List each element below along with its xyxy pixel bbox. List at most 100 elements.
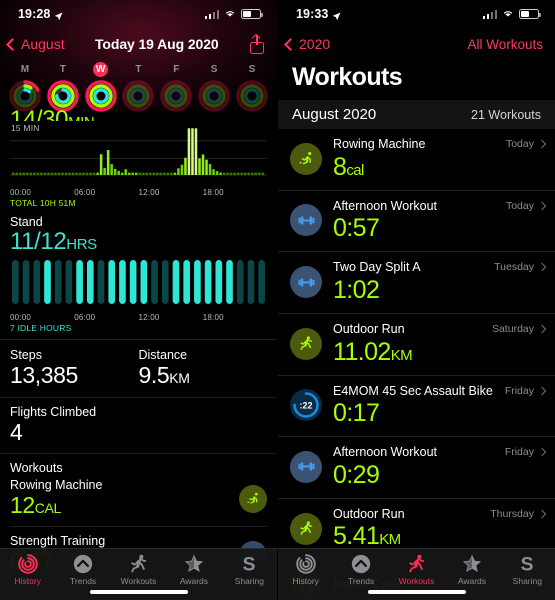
sharing-s-icon: S — [238, 553, 260, 575]
star-badge-icon — [461, 553, 483, 575]
workout-list-item[interactable]: Afternoon Workout 0:57 Today — [278, 189, 555, 252]
activity-rings-icon — [17, 553, 39, 575]
tab-history[interactable]: History — [278, 553, 333, 586]
stand-axis-labels: 00:00 06:00 12:00 18:00 — [10, 313, 224, 323]
stand-chart: 00:00 06:00 12:00 18:00 7 IDLE HOURS — [10, 258, 267, 333]
workout-list-item[interactable]: Two Day Split A 1:02 Tuesday — [278, 251, 555, 313]
steps-stat: Steps 13,385 — [10, 348, 139, 389]
status-bar-time: 19:33 — [296, 7, 329, 21]
week-day-4[interactable]: F — [159, 62, 193, 113]
exercise-total-label: TOTAL 10H 51M — [10, 198, 76, 208]
exercise-axis-labels: 00:00 06:00 12:00 18:00 — [10, 188, 224, 197]
tab-label: History — [14, 576, 41, 586]
workout-date: Today — [505, 138, 534, 150]
back-button-2020[interactable]: 2020 — [284, 36, 331, 52]
chevron-up-circle-icon — [350, 553, 372, 575]
running-person-icon — [290, 327, 322, 360]
workout-name: E4MOM 45 Sec Assault Bike — [333, 383, 493, 398]
chevron-left-icon — [284, 37, 297, 51]
week-day-3[interactable]: T — [121, 62, 155, 113]
workout-name: Rowing Machine — [333, 137, 426, 151]
rowing-machine-icon — [239, 484, 267, 513]
workout-metric: 11.02KM — [333, 337, 413, 366]
back-button-label: 2020 — [299, 36, 331, 52]
workouts-list-screen: 19:33 2020 All Workouts Workouts August … — [277, 0, 555, 600]
sharing-s-icon: S — [516, 553, 538, 575]
tab-awards[interactable]: Awards — [444, 553, 499, 586]
dumbbell-icon — [290, 204, 322, 237]
stand-value: 11/12HRS — [10, 228, 97, 255]
exercise-chart: 15 MIN 00:00 06:00 12:00 18:00 TOTAL 10H 5… — [10, 123, 267, 208]
tab-trends[interactable]: Trends — [333, 553, 388, 586]
flights-stat: Flights Climbed 4 — [10, 405, 267, 446]
svg-text:S: S — [243, 554, 256, 575]
workout-list-item[interactable]: Outdoor Run 11.02KM Saturday — [278, 312, 555, 375]
svg-text:S: S — [521, 554, 534, 575]
hiit-timer-icon: :22 — [290, 389, 322, 422]
workout-metric: 0:57 — [333, 214, 380, 243]
status-bar: 19:28 — [0, 0, 277, 28]
running-person-icon — [406, 553, 428, 575]
workout-list-item[interactable]: :22 E4MOM 45 Sec Assault Bike 0:17 Friday — [278, 374, 555, 437]
star-badge-icon — [183, 553, 205, 575]
chevron-right-icon — [537, 324, 547, 334]
tab-history[interactable]: History — [0, 553, 55, 586]
workout-name: Two Day Split A — [333, 260, 421, 275]
week-day-2[interactable]: W — [84, 62, 118, 113]
all-workouts-button[interactable]: All Workouts — [467, 37, 543, 52]
steps-value: 13,385 — [10, 362, 78, 389]
chevron-up-circle-icon — [72, 553, 94, 575]
workout-summary-row[interactable]: Rowing Machine 12CAL — [10, 477, 267, 526]
chevron-right-icon — [537, 447, 547, 457]
month-label: August 2020 — [292, 106, 377, 123]
flights-climbed-row: Flights Climbed 4 — [0, 397, 277, 453]
workouts-list: Rowing Machine 8cal Today Afternoon Workout… — [278, 129, 555, 600]
distance-value: 9.5KM — [138, 362, 190, 389]
week-day-letter: S — [248, 64, 256, 75]
workout-list-item[interactable]: Afternoon Workout 0:29 Friday — [278, 436, 555, 498]
week-day-letter: M — [20, 64, 30, 75]
back-button-august[interactable]: August — [6, 36, 65, 52]
cellular-signal-icon — [482, 9, 497, 19]
workout-metric: 1:02 — [333, 275, 380, 304]
week-day-1[interactable]: T — [46, 62, 80, 113]
share-icon[interactable] — [249, 33, 265, 54]
tab-label: History — [292, 576, 319, 586]
cellular-signal-icon — [204, 9, 219, 19]
week-day-5[interactable]: S — [197, 62, 231, 113]
chevron-right-icon — [537, 386, 547, 395]
distance-stat: Distance 9.5KM — [139, 348, 268, 389]
status-bar-time: 19:28 — [18, 7, 51, 21]
dumbbell-icon — [290, 266, 322, 299]
week-day-0[interactable]: M — [8, 62, 42, 113]
tab-workouts[interactable]: Workouts — [111, 553, 166, 586]
workout-name: Outdoor Run — [333, 506, 405, 521]
dumbbell-icon — [290, 450, 322, 483]
tab-awards[interactable]: Awards — [166, 553, 221, 586]
tab-label: Trends — [70, 576, 97, 586]
week-day-6[interactable]: S — [235, 62, 269, 113]
svg-text::22: :22 — [299, 401, 312, 411]
home-indicator — [367, 590, 466, 594]
exercise-bar-chart — [10, 128, 267, 176]
exercise-value: 14/30MIN — [10, 107, 95, 121]
flights-label: Flights Climbed — [10, 405, 97, 420]
week-day-letter: W — [93, 62, 109, 77]
flights-value: 4 — [10, 419, 23, 446]
chevron-right-icon — [537, 509, 547, 518]
workout-list-item[interactable]: Rowing Machine 8cal Today — [278, 129, 555, 190]
week-day-letter: S — [210, 64, 218, 75]
workout-date: Tuesday — [494, 261, 534, 274]
workout-date: Friday — [504, 446, 534, 459]
workout-metric: 0:17 — [333, 399, 380, 428]
dual-screenshot: 19:28 August Today 19 Aug 2020 M T W T F… — [0, 0, 555, 600]
tab-label: Sharing — [234, 576, 264, 586]
tab-workouts[interactable]: Workouts — [389, 553, 444, 586]
exercise-chart-unit: 15 MIN — [11, 123, 40, 133]
tab-sharing[interactable]: S Sharing — [222, 553, 277, 586]
workout-date: Thursday — [490, 507, 534, 520]
tab-sharing[interactable]: S Sharing — [500, 553, 555, 586]
tab-trends[interactable]: Trends — [55, 553, 110, 586]
distance-label: Distance — [138, 348, 188, 363]
workout-value: 12CAL — [10, 492, 61, 519]
